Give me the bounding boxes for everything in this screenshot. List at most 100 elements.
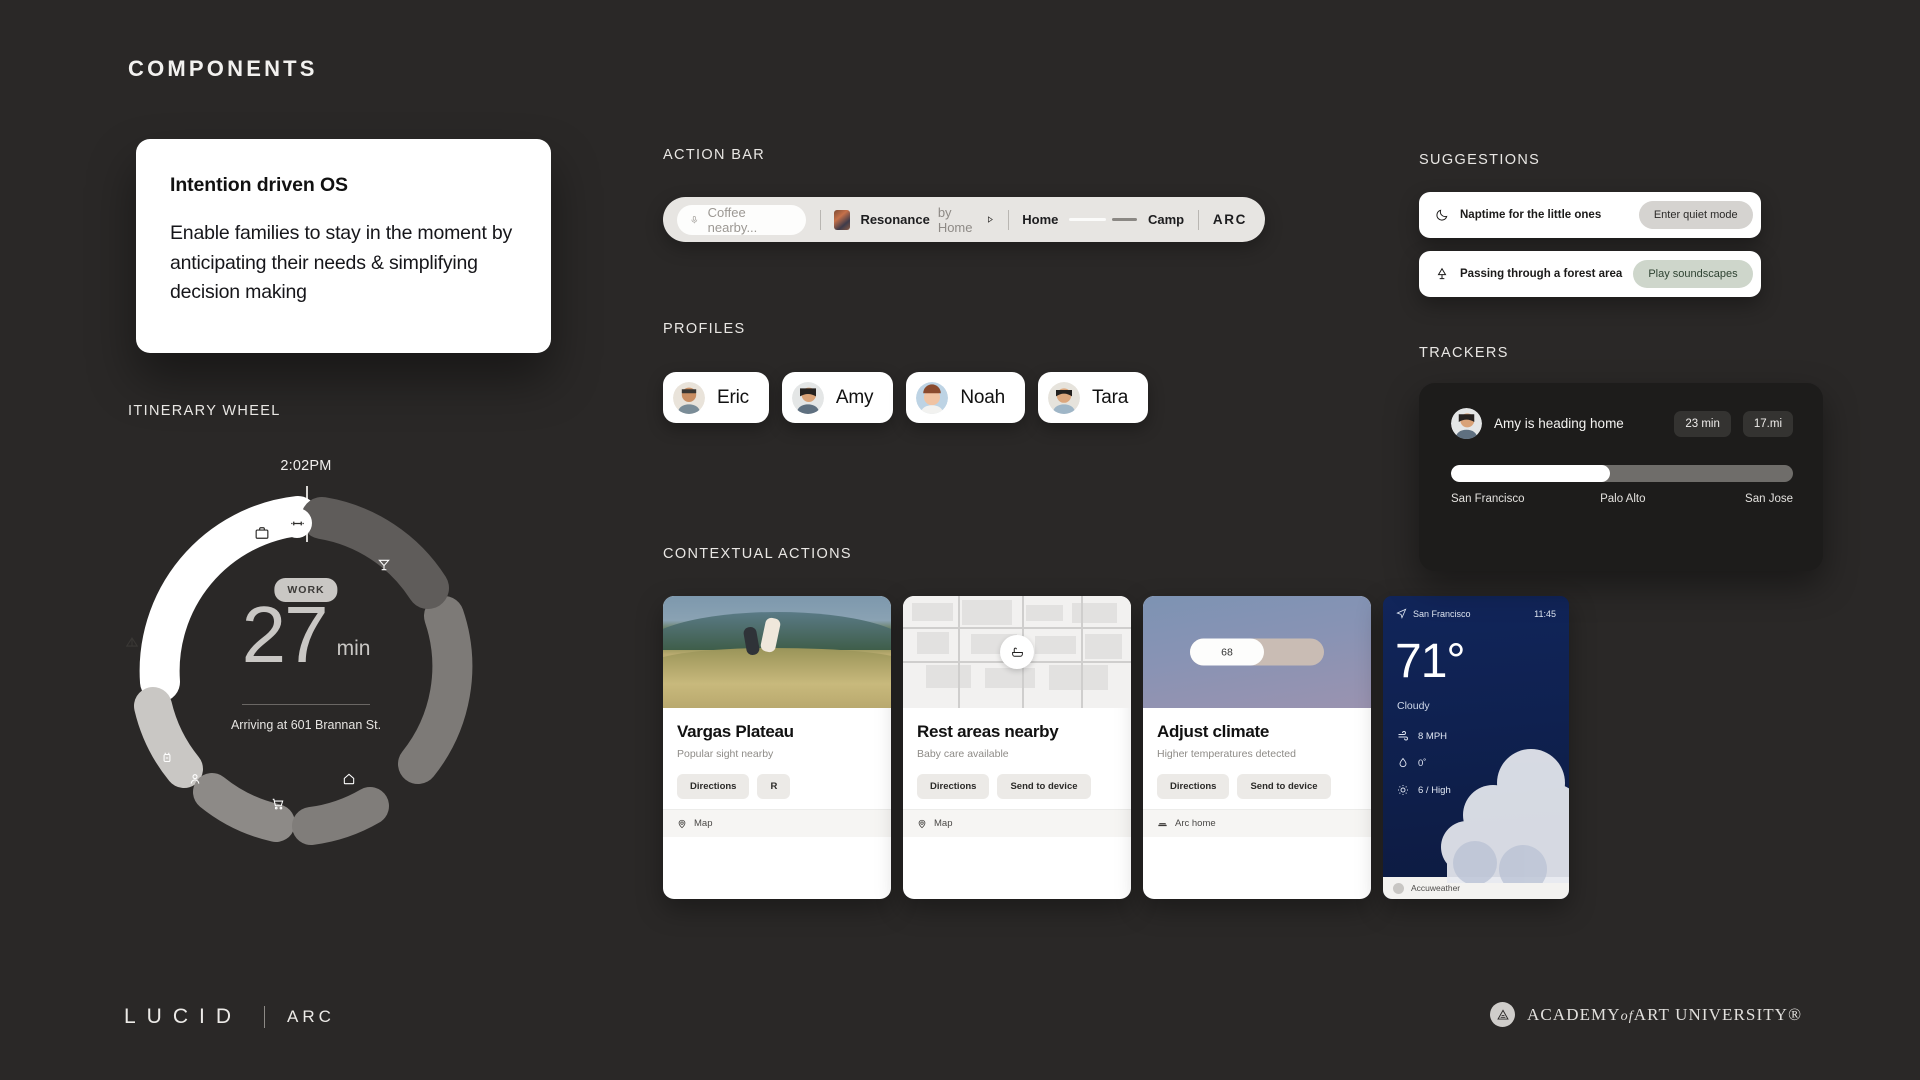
card-subtitle: Baby care available — [917, 748, 1009, 760]
tracker-card[interactable]: Amy is heading home 23 min 17.mi San Fra… — [1419, 383, 1823, 571]
logo-divider — [264, 1006, 266, 1028]
academy-logo: ACADEMYofART UNIVERSITY® — [1490, 1002, 1802, 1027]
section-label-suggestions: SUGGESTIONS — [1419, 152, 1541, 168]
section-label-contextual: CONTEXTUAL ACTIONS — [663, 546, 852, 562]
itinerary-wheel[interactable]: 2:02PM WORK 27 min Arriving at 601 Brann… — [96, 450, 516, 900]
node-charger[interactable] — [156, 747, 178, 769]
rest-area-pin[interactable] — [1000, 635, 1034, 669]
node-dumbbell[interactable] — [282, 508, 312, 538]
arc-home-icon — [1158, 822, 1167, 826]
itinerary-arrival: Arriving at 601 Brannan St. — [230, 718, 382, 732]
weather-time: 11:45 — [1534, 608, 1556, 619]
search-input[interactable]: Coffee nearby... — [677, 204, 806, 235]
node-cocktail[interactable] — [373, 554, 395, 576]
weather-temperature: 71° — [1395, 635, 1466, 688]
search-placeholder-text: Coffee nearby... — [707, 204, 758, 235]
map-tiles — [903, 596, 1131, 708]
itinerary-current-time: 2:02PM — [280, 458, 332, 474]
map-pin-icon — [678, 819, 686, 828]
card-actions: Directions R — [677, 774, 877, 799]
climate-right-label: Camp — [1148, 212, 1185, 227]
card-subtitle: Higher temperatures detected — [1157, 748, 1296, 760]
temperature-slider[interactable]: 68 — [1190, 638, 1324, 666]
profile-card-tara[interactable]: Tara — [1037, 372, 1149, 423]
play-soundscapes-button[interactable]: Play soundscapes — [1633, 260, 1753, 288]
card-footer[interactable]: Map — [903, 809, 1131, 837]
weather-card[interactable]: San Francisco 11:45 71° Cloudy 8 MPH 0˚ … — [1383, 596, 1569, 899]
tent-icon — [125, 636, 139, 647]
card-media: 68 — [1143, 596, 1371, 708]
suggestion-naptime[interactable]: Naptime for the little ones Enter quiet … — [1419, 192, 1761, 238]
itinerary-eta: 27 min — [241, 590, 371, 679]
card-actions: Directions Send to device — [917, 774, 1117, 799]
tracker-header: Amy is heading home 23 min 17.mi — [1451, 408, 1793, 439]
card-footer-label: Arc home — [1175, 818, 1216, 829]
card-body: Adjust climate Higher temperatures detec… — [1143, 708, 1371, 809]
card-media — [903, 596, 1131, 708]
profile-name: Noah — [960, 386, 1005, 408]
weather-sky: San Francisco 11:45 71° Cloudy 8 MPH 0˚ … — [1383, 596, 1569, 883]
microphone-icon — [691, 215, 698, 223]
academy-word-b: ART UNIVERSITY® — [1633, 1004, 1803, 1024]
suggestion-text: Passing through a forest area — [1460, 268, 1623, 280]
node-tent[interactable] — [121, 631, 143, 653]
cocktail-icon — [378, 559, 390, 571]
weather-stat-value: 6 / High — [1418, 784, 1451, 796]
directions-button[interactable]: Directions — [917, 774, 990, 799]
weather-location-label: San Francisco — [1413, 608, 1471, 619]
card-footer-label: Map — [934, 818, 953, 829]
enter-quiet-mode-button[interactable]: Enter quiet mode — [1638, 201, 1753, 229]
dumbbell-icon — [290, 521, 304, 525]
screen-root: COMPONENTS Intention driven OS Enable fa… — [0, 0, 1920, 1080]
now-playing[interactable]: Resonance by Home — [860, 205, 993, 235]
hero-body: Enable families to stay in the moment by… — [170, 222, 513, 304]
avatar-noah — [916, 381, 949, 414]
weather-stat-value: 8 MPH — [1418, 730, 1448, 742]
tracker-stop: Palo Alto — [1600, 493, 1646, 505]
itinerary-divider — [242, 704, 370, 705]
play-icon[interactable] — [986, 214, 994, 225]
climate-slider[interactable] — [1069, 218, 1137, 221]
secondary-button[interactable]: R — [757, 774, 791, 799]
card-footer[interactable]: Map — [663, 809, 891, 837]
tracker-eta: 23 min — [1674, 410, 1731, 437]
weather-stat-wind: 8 MPH — [1397, 730, 1451, 742]
contextual-card-rest-areas[interactable]: Rest areas nearby Baby care available Di… — [903, 596, 1131, 899]
tracker-distance: 17.mi — [1742, 410, 1793, 437]
send-to-device-button[interactable]: Send to device — [997, 774, 1091, 799]
node-person[interactable] — [184, 768, 206, 790]
directions-button[interactable]: Directions — [1157, 774, 1230, 799]
section-label-itinerary: ITINERARY WHEEL — [128, 403, 281, 419]
card-title: Adjust climate — [1157, 722, 1269, 741]
page-title: COMPONENTS — [128, 56, 318, 81]
accuweather-icon — [1393, 882, 1404, 894]
send-to-device-button[interactable]: Send to device — [1237, 774, 1331, 799]
node-briefcase[interactable] — [251, 522, 273, 544]
node-home[interactable] — [338, 768, 360, 790]
profile-card-amy[interactable]: Amy — [781, 372, 894, 423]
album-art-icon — [834, 209, 851, 230]
tracker-progress-bar[interactable] — [1451, 465, 1793, 482]
card-subtitle: Popular sight nearby — [677, 748, 774, 760]
bathtub-icon — [1011, 647, 1023, 657]
tracker-stop: San Francisco — [1451, 493, 1525, 505]
profile-card-noah[interactable]: Noah — [906, 372, 1025, 423]
card-footer-label: Map — [694, 818, 713, 829]
suggestion-text: Naptime for the little ones — [1460, 209, 1602, 221]
node-cart[interactable] — [267, 793, 289, 815]
wind-icon — [1398, 731, 1408, 741]
profile-name: Amy — [835, 386, 874, 408]
track-title: Resonance — [860, 212, 930, 227]
contextual-card-climate[interactable]: 68 Adjust climate Higher temperatures de… — [1143, 596, 1371, 899]
weather-stat-value: 0˚ — [1418, 757, 1427, 769]
section-label-action-bar: ACTION BAR — [663, 147, 766, 163]
avatar-amy — [791, 381, 824, 414]
itinerary-minutes: 27 — [241, 590, 329, 679]
profile-card-eric[interactable]: Eric — [663, 372, 769, 423]
directions-button[interactable]: Directions — [677, 774, 750, 799]
avatar-amy — [1451, 408, 1482, 439]
briefcase-icon — [255, 527, 269, 539]
contextual-card-vargas[interactable]: Vargas Plateau Popular sight nearby Dire… — [663, 596, 891, 899]
card-footer[interactable]: Arc home — [1143, 809, 1371, 837]
suggestion-forest[interactable]: Passing through a forest area Play sound… — [1419, 251, 1761, 297]
